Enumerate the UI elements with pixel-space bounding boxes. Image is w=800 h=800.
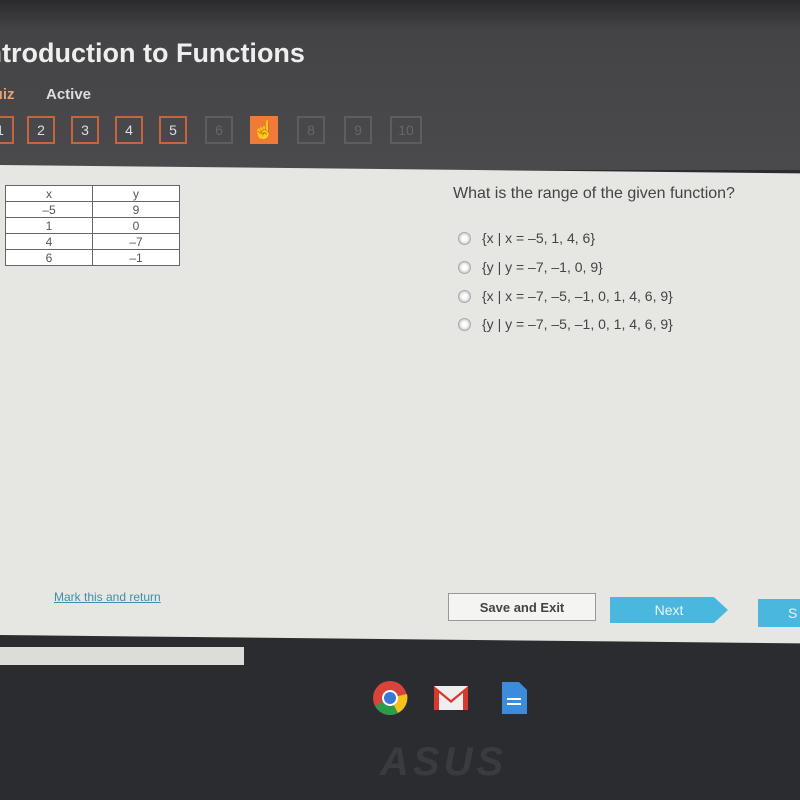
gmail-icon[interactable] [433,680,469,716]
radio-button[interactable] [458,289,471,303]
table-row: 10 [5,217,180,234]
table-row: 4 –7 [5,233,180,250]
status-label: Active [46,86,92,103]
question-nav-2[interactable]: 2 [27,116,55,144]
question-nav-9[interactable]: 9 [344,116,372,144]
status-bar [0,647,244,665]
option-label: {x | x = –7, –5, –1, 0, 1, 4, 6, 9} [482,288,673,304]
radio-button[interactable] [458,260,471,274]
question-nav-8[interactable]: 8 [297,116,325,144]
hand-cursor-icon: ☝ [252,119,276,140]
answer-option-2[interactable]: {y | y = –7, –1, 0, 9} [458,259,603,275]
option-label: {x | x = –5, 1, 4, 6} [482,230,595,246]
next-button[interactable]: Next [610,597,728,623]
question-text: What is the range of the given function? [453,185,735,202]
cell: 6 [5,249,93,266]
activity-type: Quiz [0,86,15,103]
page-title: Introduction to Functions [0,38,305,68]
cell: –5 [5,201,93,218]
answer-option-4[interactable]: {y | y = –7, –5, –1, 0, 1, 4, 6, 9} [458,316,673,332]
docs-icon[interactable] [495,680,531,716]
save-and-exit-button[interactable]: Save and Exit [448,593,596,621]
mark-and-return-link[interactable]: Mark this and return [54,590,161,604]
question-nav-10[interactable]: 10 [390,116,422,144]
cell: 0 [92,217,180,234]
asus-logo: ASUS [380,740,508,784]
radio-button[interactable] [458,317,471,331]
cell: –1 [92,249,180,266]
submit-button[interactable]: S [758,599,800,627]
question-nav-4[interactable]: 4 [115,116,143,144]
cell: –7 [92,233,180,250]
question-nav-7[interactable]: ☝ [250,116,278,144]
option-label: {y | y = –7, –5, –1, 0, 1, 4, 6, 9} [482,316,673,332]
table-row: 6 –1 [5,249,180,266]
cell: 4 [5,233,93,250]
option-label: {y | y = –7, –1, 0, 9} [482,259,603,275]
question-nav-1[interactable]: 1 [0,116,14,144]
header-y: y [92,185,180,202]
radio-button[interactable] [458,231,471,245]
answer-option-1[interactable]: {x | x = –5, 1, 4, 6} [458,230,595,246]
header-x: x [5,185,93,202]
header-bar [0,0,800,170]
cell: 9 [92,201,180,218]
question-nav-6[interactable]: 6 [205,116,233,144]
question-nav-5[interactable]: 5 [159,116,187,144]
chrome-icon[interactable] [372,680,408,716]
question-nav-3[interactable]: 3 [71,116,99,144]
answer-option-3[interactable]: {x | x = –7, –5, –1, 0, 1, 4, 6, 9} [458,288,673,304]
function-table: xy –5 9 10 4 –7 6 –1 [5,185,180,266]
cell: 1 [5,217,93,234]
table-row: –5 9 [5,201,180,218]
